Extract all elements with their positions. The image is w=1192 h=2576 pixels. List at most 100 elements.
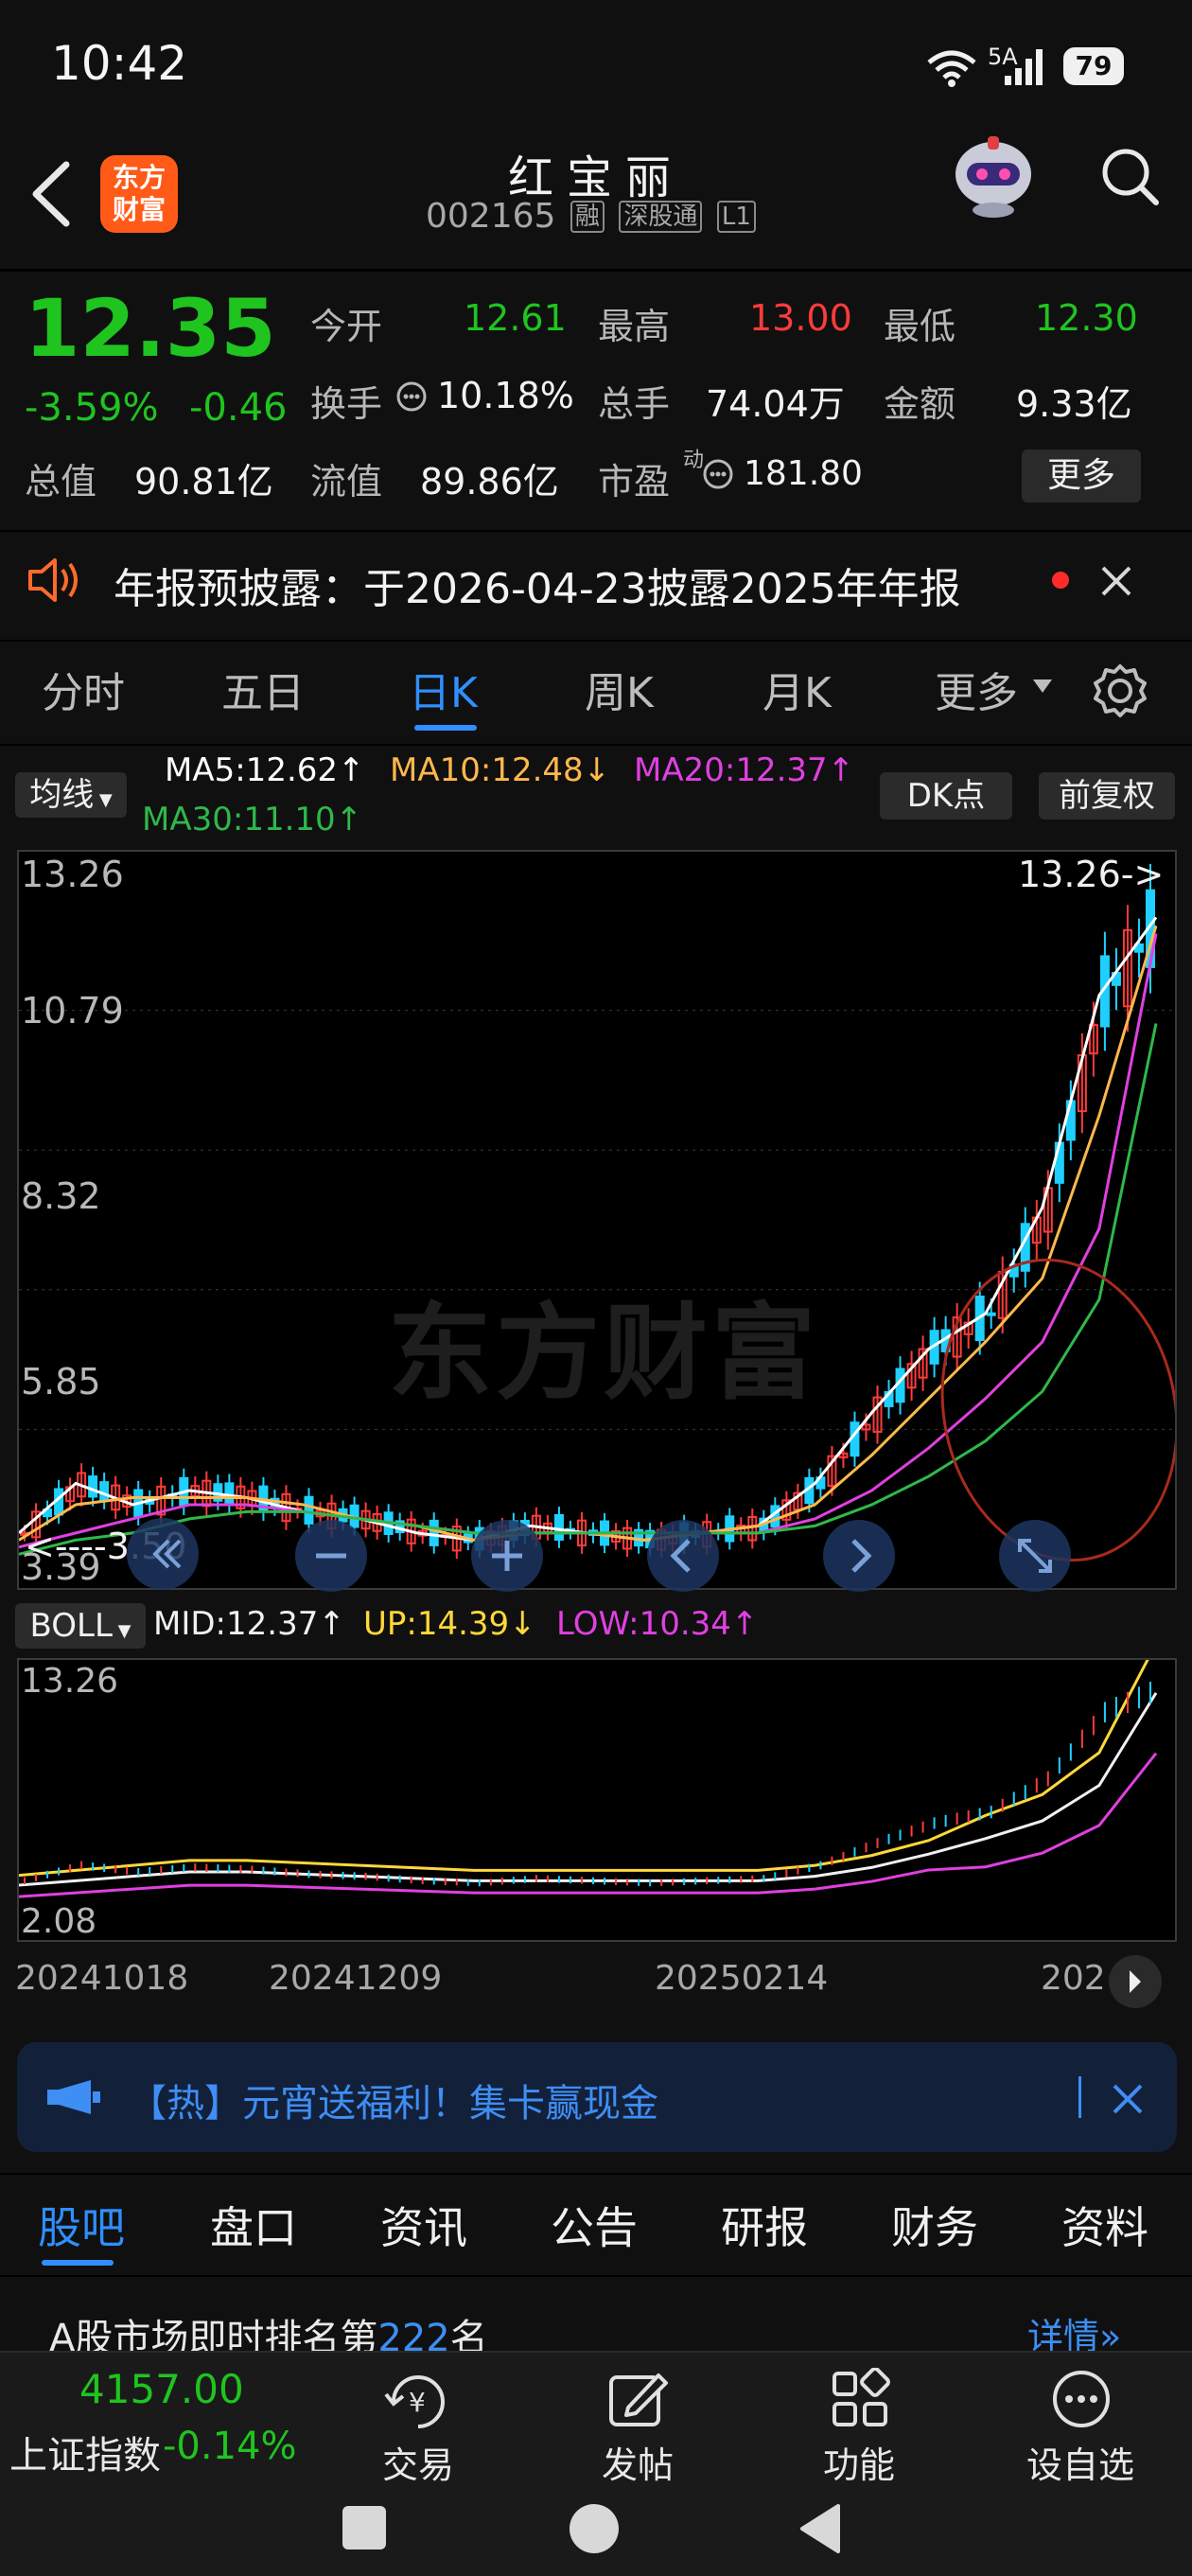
- boll-mid-line: [19, 1692, 1158, 1887]
- system-recents-button[interactable]: [342, 2506, 386, 2550]
- nav-watchlist[interactable]: 设自选: [1005, 2436, 1156, 2488]
- boll-selector-button[interactable]: BOLL ▼: [15, 1603, 146, 1649]
- pe-value: 181.80: [744, 454, 863, 493]
- fullscreen-button[interactable]: [997, 1518, 1073, 1594]
- ma5-value: MA5:12.62↑: [165, 751, 365, 789]
- battery-icon: 79: [1063, 47, 1124, 85]
- boll-y-top: 13.26: [21, 1662, 119, 1701]
- ma10-value: MA10:12.48↓: [390, 751, 611, 789]
- tab-orderbook[interactable]: 盘口: [210, 2194, 297, 2256]
- app-logo: 东方 财富: [100, 155, 178, 233]
- system-back-button[interactable]: [797, 2502, 842, 2555]
- last-price: 12.35: [25, 282, 276, 375]
- change-percent: -3.59%: [25, 386, 159, 430]
- open-value: 12.61: [464, 297, 567, 339]
- max-price-marker: 13.26->: [1018, 854, 1165, 895]
- functions-icon[interactable]: [829, 2368, 895, 2430]
- nav-post[interactable]: 发帖: [562, 2436, 713, 2488]
- triangle-down-icon: [1033, 679, 1052, 693]
- close-icon[interactable]: [1097, 562, 1135, 600]
- tab-profile[interactable]: 资料: [1061, 2194, 1148, 2256]
- tab-intraday[interactable]: 分时: [42, 659, 125, 719]
- candle-body: [99, 1481, 110, 1501]
- tab-research[interactable]: 研报: [721, 2194, 808, 2256]
- chart-left-end-button[interactable]: [125, 1503, 201, 1605]
- gear-icon[interactable]: [1092, 662, 1148, 719]
- y-label-top: 13.26: [21, 854, 124, 895]
- info-icon[interactable]: [395, 380, 428, 413]
- active-tab-underline: [414, 725, 477, 731]
- promo-close-icon[interactable]: [1111, 2082, 1145, 2116]
- scroll-left-button[interactable]: [645, 1518, 721, 1594]
- tab-announcements[interactable]: 公告: [551, 2194, 638, 2256]
- next-page-button[interactable]: [1109, 1955, 1162, 2008]
- post-icon[interactable]: [605, 2368, 672, 2430]
- candle-body: [224, 1482, 235, 1506]
- index-name[interactable]: 上证指数: [9, 2425, 161, 2479]
- adjustment-button[interactable]: 前复权: [1039, 772, 1175, 820]
- volume-label: 总手: [598, 383, 671, 425]
- zoom-out-button[interactable]: [293, 1518, 369, 1594]
- tag-margin: 融: [570, 201, 605, 233]
- boll-mid-value: MID:12.37↑: [153, 1605, 345, 1643]
- more-dots-icon[interactable]: [1048, 2368, 1114, 2430]
- section-divider: [0, 2173, 1192, 2175]
- tag-level: L1: [716, 201, 756, 233]
- pe-label: 市盈: [598, 461, 671, 503]
- zoom-in-button[interactable]: [469, 1518, 545, 1594]
- high-value: 13.00: [749, 297, 852, 339]
- tab-monthly-k[interactable]: 月K: [763, 659, 832, 719]
- bottom-tab-underline: [42, 2260, 114, 2266]
- status-bar: 10:42 5A 79: [0, 0, 1192, 132]
- tab-financials[interactable]: 财务: [891, 2194, 978, 2256]
- notice-text[interactable]: 年报预披露：于2026-04-23披露2025年年报: [114, 555, 961, 615]
- tag-connect: 深股通: [619, 201, 703, 233]
- kline-chart[interactable]: 13.26 10.79 8.32 5.85 3.39 13.26-> <----…: [17, 850, 1177, 1590]
- y-label-2: 10.79: [21, 990, 124, 1032]
- candle-body: [553, 1513, 564, 1541]
- index-change[interactable]: -0.14%: [163, 2425, 297, 2468]
- stock-code: 002165: [426, 197, 556, 236]
- more-button[interactable]: 更多: [1022, 450, 1141, 503]
- boll-chart[interactable]: 13.26 2.08: [17, 1658, 1177, 1942]
- change-amount: -0.46: [189, 386, 288, 430]
- assistant-robot-icon[interactable]: [946, 134, 1041, 220]
- stock-code-line: 002165 融 深股通 L1: [426, 197, 756, 236]
- megaphone-icon: [47, 2080, 100, 2114]
- pe-superscript: 动: [683, 449, 705, 472]
- watermark: 东方财富: [388, 1293, 819, 1414]
- candle-body: [986, 1312, 996, 1316]
- dk-points-button[interactable]: DK点: [880, 772, 1012, 820]
- wifi-icon: [927, 50, 976, 87]
- back-arrow-icon[interactable]: [28, 161, 76, 227]
- tab-daily-k[interactable]: 日K: [409, 659, 478, 719]
- date-tick-2: 20241209: [269, 1959, 443, 1998]
- boll-y-bottom: 2.08: [21, 1902, 97, 1941]
- float-cap-label: 流值: [310, 461, 383, 503]
- market-cap-value: 90.81亿: [134, 461, 273, 503]
- tab-weekly-k[interactable]: 周K: [585, 659, 654, 719]
- promo-text[interactable]: 【热】元宵送福利！集卡赢现金: [129, 2073, 658, 2127]
- system-home-button[interactable]: [570, 2504, 619, 2553]
- ma-line-ma10: [19, 925, 1158, 1542]
- scroll-right-button[interactable]: [821, 1518, 897, 1594]
- amount-label: 金额: [884, 383, 956, 425]
- tab-more[interactable]: 更多: [935, 659, 1018, 719]
- nav-functions[interactable]: 功能: [783, 2436, 935, 2488]
- promo-divider: [1078, 2076, 1081, 2118]
- y-label-4: 5.85: [21, 1361, 101, 1403]
- tab-forum[interactable]: 股吧: [38, 2194, 125, 2256]
- tab-five-day[interactable]: 五日: [221, 659, 305, 719]
- amount-value: 9.33亿: [1016, 383, 1132, 425]
- index-value[interactable]: 4157.00: [79, 2366, 244, 2412]
- date-tick-1: 20241018: [15, 1959, 189, 1998]
- nav-trade[interactable]: 交易: [342, 2436, 494, 2488]
- trade-icon[interactable]: ¥: [382, 2368, 454, 2430]
- ma-line-ma20: [19, 933, 1158, 1549]
- tab-news[interactable]: 资讯: [380, 2194, 467, 2256]
- pe-info-icon[interactable]: [702, 458, 734, 490]
- ma-selector-button[interactable]: 均线 ▼: [15, 772, 127, 818]
- search-icon[interactable]: [1097, 144, 1164, 210]
- boll-up-value: UP:14.39↓: [363, 1605, 536, 1643]
- low-value: 12.30: [1035, 297, 1138, 339]
